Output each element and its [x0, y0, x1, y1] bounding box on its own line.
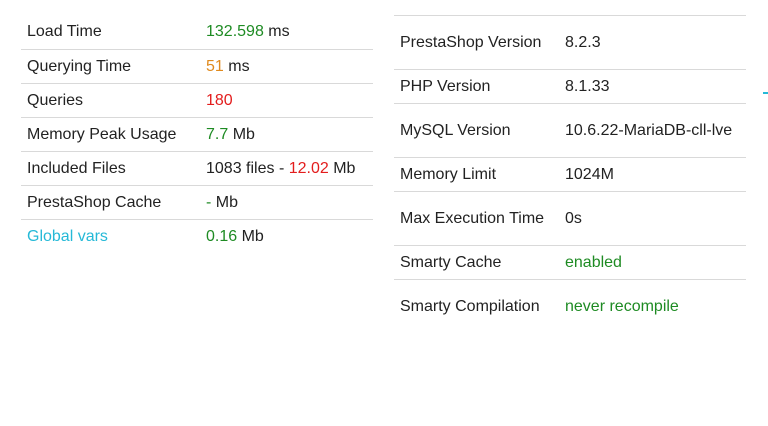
table-row: PHP Version 8.1.33 [394, 69, 746, 103]
row-label: Included Files [27, 159, 126, 177]
table-row: Memory Peak Usage 7.7 Mb [21, 117, 373, 151]
row-label: PrestaShop Cache [27, 193, 162, 211]
row-value: - Mb [206, 193, 238, 211]
table-row: Load Time 132.598 ms [21, 15, 373, 49]
row-value: never recompile [565, 297, 679, 315]
row-label: Max Execution Time [400, 209, 545, 227]
row-value: 51 ms [206, 57, 250, 75]
row-label: PHP Version [400, 77, 491, 95]
table-row: Included Files 1083 files - 12.02 Mb [21, 151, 373, 185]
row-value: 1083 files - 12.02 Mb [206, 159, 356, 177]
row-value: 10.6.22-MariaDB-cll-lve [565, 121, 733, 139]
row-label: Smarty Cache [400, 253, 502, 271]
table-row: Querying Time 51 ms [21, 49, 373, 83]
row-value: 7.7 Mb [206, 125, 255, 143]
table-row: PrestaShop Version 8.2.3 [394, 15, 746, 69]
row-value: 180 [206, 91, 233, 109]
row-label: Memory Peak Usage [27, 125, 177, 143]
row-value: 132.598 ms [206, 23, 290, 40]
row-label: PrestaShop Version [400, 33, 542, 51]
table-row: Max Execution Time 0s [394, 191, 746, 245]
row-label: MySQL Version [400, 121, 511, 139]
table-row: Smarty Compilation never recompile [394, 279, 746, 333]
table-row: Queries 180 [21, 83, 373, 117]
row-value: 0.16 Mb [206, 227, 264, 245]
row-label: Queries [27, 91, 84, 109]
table-row: Global vars 0.16 Mb [21, 219, 373, 253]
table-row: MySQL Version 10.6.22-MariaDB-cll-lve [394, 103, 746, 157]
row-value: 8.1.33 [565, 77, 610, 95]
edge-accent-mark [763, 92, 768, 94]
configuration-table: PrestaShop Version 8.2.3 PHP Version 8.1… [394, 15, 746, 333]
table-row: PrestaShop Cache - Mb [21, 185, 373, 219]
row-label: Memory Limit [400, 165, 497, 183]
performance-table: Load Time 132.598 ms Querying Time 51 ms… [21, 15, 373, 253]
table-row: Memory Limit 1024M [394, 157, 746, 191]
row-label: Smarty Compilation [400, 297, 540, 315]
global-vars-link[interactable]: Global vars [21, 228, 206, 246]
row-value: 8.2.3 [565, 33, 601, 51]
row-value: 1024M [565, 165, 614, 183]
table-row: Smarty Cache enabled [394, 245, 746, 279]
row-value: enabled [565, 253, 622, 271]
row-label: Querying Time [27, 57, 132, 75]
row-value: 0s [565, 209, 582, 227]
row-label: Load Time [27, 23, 102, 40]
